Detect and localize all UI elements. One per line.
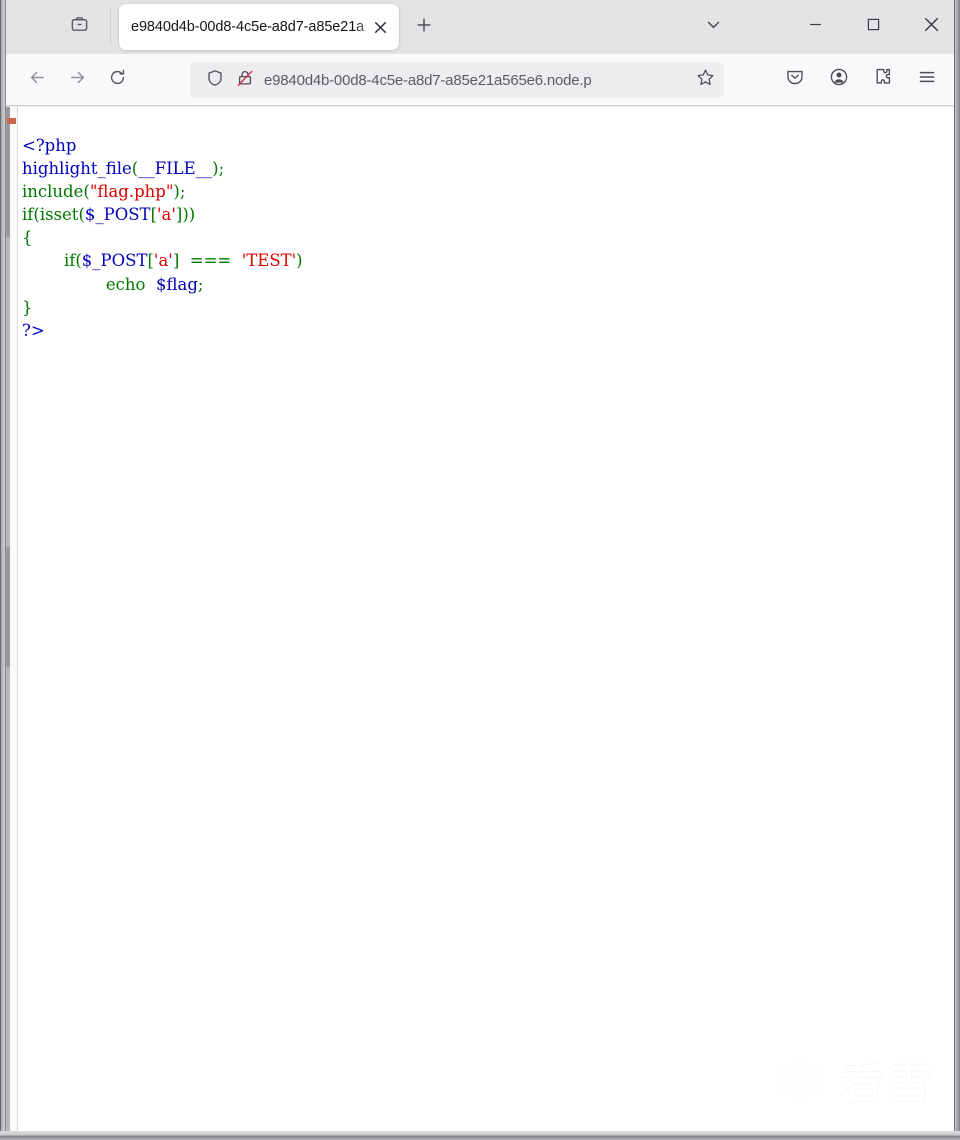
- code-token: highlight_file: [22, 158, 132, 178]
- code-token: ] ===: [172, 251, 242, 271]
- window-minimize-button[interactable]: [786, 0, 844, 54]
- tab-close-button[interactable]: [365, 12, 395, 42]
- extensions-button[interactable]: [866, 62, 900, 96]
- code-line: if($_POST['a'] === 'TEST'): [22, 249, 303, 272]
- code-token: include: [22, 181, 84, 201]
- hamburger-menu-icon: [917, 67, 937, 92]
- firefox-view-button[interactable]: [62, 11, 96, 43]
- account-button[interactable]: [822, 62, 856, 96]
- code-token: isset: [39, 205, 79, 225]
- code-line: if(isset($_POST['a'])): [22, 203, 303, 226]
- code-token: 'a': [157, 205, 176, 225]
- code-token: }: [22, 297, 33, 317]
- plus-icon: [416, 17, 432, 38]
- code-token: );: [212, 158, 225, 178]
- connection-security-button[interactable]: [230, 66, 260, 94]
- tabstrip-divider: [110, 9, 111, 45]
- code-token: <?php: [22, 135, 77, 155]
- code-token: ;: [197, 274, 204, 294]
- close-icon: [924, 17, 939, 37]
- lock-broken-icon: [236, 69, 254, 92]
- scrollbar-thumb[interactable]: [6, 107, 10, 237]
- back-button[interactable]: [20, 63, 54, 97]
- tracking-protection-button[interactable]: [200, 66, 230, 94]
- window-close-button[interactable]: [902, 0, 960, 54]
- app-menu-button[interactable]: [910, 62, 944, 96]
- code-token: 'a': [153, 251, 173, 271]
- window-maximize-button[interactable]: [844, 0, 902, 54]
- pocket-icon: [785, 67, 805, 92]
- scrollbar-thumb-secondary[interactable]: [6, 547, 10, 667]
- minimize-icon: [809, 18, 822, 36]
- scrollbar-position-marker: [7, 118, 16, 124]
- maximize-icon: [867, 18, 880, 36]
- code-token: if: [22, 251, 76, 271]
- bookmark-button[interactable]: [690, 65, 720, 95]
- firefox-view-icon: [70, 15, 89, 39]
- window-bottom-border: [0, 1131, 960, 1140]
- php-source-code: <?php highlight_file(__FILE__); include("f…: [22, 134, 303, 343]
- code-token: $flag: [155, 274, 198, 294]
- star-icon: [696, 68, 715, 92]
- pocket-button[interactable]: [778, 62, 812, 96]
- new-tab-button[interactable]: [408, 11, 440, 43]
- arrow-left-icon: [28, 68, 47, 92]
- code-token: 'TEST': [241, 251, 297, 271]
- code-token: ?>: [22, 321, 45, 340]
- forward-button[interactable]: [60, 63, 94, 97]
- code-token: $_POST: [84, 205, 151, 225]
- watermark: 看雪: [772, 1051, 942, 1113]
- code-line: include("flag.php");: [22, 180, 303, 203]
- url-text[interactable]: e9840d4b-00d8-4c5e-a8d7-a85e21a565e6.nod…: [260, 72, 690, 89]
- code-token: echo: [22, 274, 156, 294]
- code-token: "flag.php": [89, 181, 174, 201]
- shield-icon: [206, 69, 224, 92]
- watermark-text: 看雪: [838, 1055, 934, 1109]
- browser-tab-active[interactable]: e9840d4b-00d8-4c5e-a8d7-a85e21a565e6.nod…: [119, 4, 399, 50]
- code-token: if: [22, 205, 34, 225]
- code-token: ])): [175, 205, 196, 225]
- chevron-down-icon: [705, 16, 722, 38]
- account-icon: [829, 67, 849, 92]
- code-line: <?php: [22, 134, 303, 157]
- code-line: echo $flag;: [22, 273, 303, 296]
- window-right-border: [954, 0, 960, 1140]
- code-token: $_POST: [81, 251, 148, 271]
- code-token: ): [296, 251, 303, 271]
- window-controls: [786, 0, 960, 54]
- arrow-right-icon: [68, 68, 87, 92]
- code-line: ?>: [22, 319, 303, 342]
- browser-window: e9840d4b-00d8-4c5e-a8d7-a85e21a565e6.nod…: [0, 0, 960, 1140]
- code-token: );: [173, 181, 186, 201]
- page-scrollbar[interactable]: [6, 107, 18, 1131]
- code-token: {: [22, 228, 33, 248]
- url-bar[interactable]: e9840d4b-00d8-4c5e-a8d7-a85e21a565e6.nod…: [190, 62, 724, 98]
- page-content: <?php highlight_file(__FILE__); include("f…: [6, 107, 954, 1131]
- code-token: __FILE__: [138, 158, 213, 178]
- reload-button[interactable]: [100, 63, 134, 97]
- snowflake-icon: [772, 1051, 830, 1114]
- puzzle-piece-icon: [873, 67, 893, 92]
- code-line: {: [22, 226, 303, 249]
- reload-icon: [108, 68, 127, 92]
- list-all-tabs-button[interactable]: [696, 11, 730, 43]
- tab-title: e9840d4b-00d8-4c5e-a8d7-a85e21a565e6.nod…: [131, 19, 365, 35]
- code-line: }: [22, 296, 303, 319]
- tab-strip: e9840d4b-00d8-4c5e-a8d7-a85e21a565e6.nod…: [6, 0, 960, 54]
- toolbar-right-group: [778, 62, 954, 96]
- code-line: highlight_file(__FILE__);: [22, 157, 303, 180]
